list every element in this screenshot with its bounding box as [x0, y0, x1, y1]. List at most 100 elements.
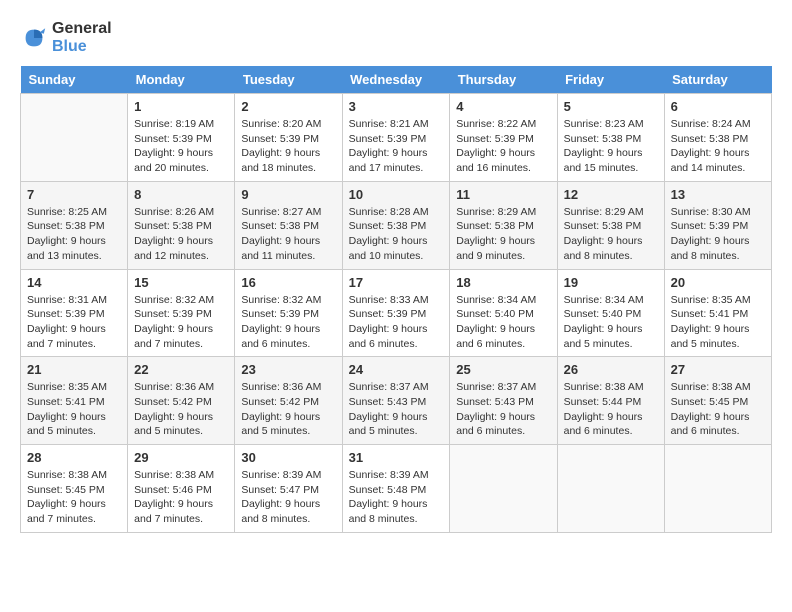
calendar-week-row: 7Sunrise: 8:25 AMSunset: 5:38 PMDaylight… — [21, 181, 772, 269]
day-info: Sunrise: 8:32 AMSunset: 5:39 PMDaylight:… — [241, 293, 335, 352]
day-info: Sunrise: 8:37 AMSunset: 5:43 PMDaylight:… — [456, 380, 550, 439]
day-number: 29 — [134, 450, 228, 465]
calendar-cell: 29 Sunrise: 8:38 AMSunset: 5:46 PMDayligh… — [128, 445, 235, 533]
day-info: Sunrise: 8:19 AMSunset: 5:39 PMDaylight:… — [134, 117, 228, 176]
calendar-cell: 19 Sunrise: 8:34 AMSunset: 5:40 PMDayligh… — [557, 269, 664, 357]
calendar-cell: 25 Sunrise: 8:37 AMSunset: 5:43 PMDayligh… — [450, 357, 557, 445]
calendar-cell: 20 Sunrise: 8:35 AMSunset: 5:41 PMDayligh… — [664, 269, 771, 357]
day-info: Sunrise: 8:29 AMSunset: 5:38 PMDaylight:… — [456, 205, 550, 264]
day-number: 30 — [241, 450, 335, 465]
day-number: 18 — [456, 275, 550, 290]
page-header: General Blue — [20, 20, 772, 56]
calendar-cell: 3Sunrise: 8:21 AMSunset: 5:39 PMDaylight… — [342, 94, 450, 182]
day-info: Sunrise: 8:34 AMSunset: 5:40 PMDaylight:… — [564, 293, 658, 352]
calendar-cell: 7Sunrise: 8:25 AMSunset: 5:38 PMDaylight… — [21, 181, 128, 269]
day-info: Sunrise: 8:20 AMSunset: 5:39 PMDaylight:… — [241, 117, 335, 176]
day-info: Sunrise: 8:39 AMSunset: 5:47 PMDaylight:… — [241, 468, 335, 527]
day-number: 5 — [564, 99, 658, 114]
calendar-week-row: 21 Sunrise: 8:35 AMSunset: 5:41 PMDayligh… — [21, 357, 772, 445]
day-number: 22 — [134, 362, 228, 377]
calendar-cell: 13Sunrise: 8:30 AMSunset: 5:39 PMDayligh… — [664, 181, 771, 269]
weekday-header-monday: Monday — [128, 66, 235, 94]
calendar-cell: 24Sunrise: 8:37 AMSunset: 5:43 PMDayligh… — [342, 357, 450, 445]
day-number: 3 — [349, 99, 444, 114]
calendar-week-row: 28 Sunrise: 8:38 AMSunset: 5:45 PMDayligh… — [21, 445, 772, 533]
calendar-cell: 8 Sunrise: 8:26 AMSunset: 5:38 PMDaylight… — [128, 181, 235, 269]
calendar-week-row: 14 Sunrise: 8:31 AMSunset: 5:39 PMDayligh… — [21, 269, 772, 357]
day-number: 25 — [456, 362, 550, 377]
day-number: 14 — [27, 275, 121, 290]
day-number: 16 — [241, 275, 335, 290]
day-info: Sunrise: 8:29 AMSunset: 5:38 PMDaylight:… — [564, 205, 658, 264]
weekday-header-thursday: Thursday — [450, 66, 557, 94]
day-number: 7 — [27, 187, 121, 202]
logo-text: General Blue — [52, 20, 112, 56]
day-number: 17 — [349, 275, 444, 290]
day-info: Sunrise: 8:38 AMSunset: 5:45 PMDaylight:… — [671, 380, 765, 439]
day-number: 21 — [27, 362, 121, 377]
day-info: Sunrise: 8:38 AMSunset: 5:44 PMDaylight:… — [564, 380, 658, 439]
day-info: Sunrise: 8:31 AMSunset: 5:39 PMDaylight:… — [27, 293, 121, 352]
day-info: Sunrise: 8:34 AMSunset: 5:40 PMDaylight:… — [456, 293, 550, 352]
calendar-cell: 5 Sunrise: 8:23 AMSunset: 5:38 PMDaylight… — [557, 94, 664, 182]
calendar-cell: 31Sunrise: 8:39 AMSunset: 5:48 PMDayligh… — [342, 445, 450, 533]
calendar-cell: 9Sunrise: 8:27 AMSunset: 5:38 PMDaylight… — [235, 181, 342, 269]
calendar-cell: 21 Sunrise: 8:35 AMSunset: 5:41 PMDayligh… — [21, 357, 128, 445]
calendar-cell — [664, 445, 771, 533]
day-number: 26 — [564, 362, 658, 377]
day-info: Sunrise: 8:35 AMSunset: 5:41 PMDaylight:… — [671, 293, 765, 352]
day-number: 23 — [241, 362, 335, 377]
calendar-cell: 22Sunrise: 8:36 AMSunset: 5:42 PMDayligh… — [128, 357, 235, 445]
calendar-cell: 1 Sunrise: 8:19 AMSunset: 5:39 PMDaylight… — [128, 94, 235, 182]
calendar-cell — [450, 445, 557, 533]
day-info: Sunrise: 8:35 AMSunset: 5:41 PMDaylight:… — [27, 380, 121, 439]
calendar-cell: 26 Sunrise: 8:38 AMSunset: 5:44 PMDayligh… — [557, 357, 664, 445]
day-info: Sunrise: 8:37 AMSunset: 5:43 PMDaylight:… — [349, 380, 444, 439]
day-number: 10 — [349, 187, 444, 202]
calendar-cell: 11 Sunrise: 8:29 AMSunset: 5:38 PMDayligh… — [450, 181, 557, 269]
day-number: 12 — [564, 187, 658, 202]
calendar-cell: 17Sunrise: 8:33 AMSunset: 5:39 PMDayligh… — [342, 269, 450, 357]
day-info: Sunrise: 8:28 AMSunset: 5:38 PMDaylight:… — [349, 205, 444, 264]
logo-icon — [20, 24, 48, 52]
calendar-cell: 10 Sunrise: 8:28 AMSunset: 5:38 PMDayligh… — [342, 181, 450, 269]
calendar-cell: 30 Sunrise: 8:39 AMSunset: 5:47 PMDayligh… — [235, 445, 342, 533]
day-number: 19 — [564, 275, 658, 290]
day-info: Sunrise: 8:36 AMSunset: 5:42 PMDaylight:… — [241, 380, 335, 439]
day-number: 27 — [671, 362, 765, 377]
calendar-cell: 27 Sunrise: 8:38 AMSunset: 5:45 PMDayligh… — [664, 357, 771, 445]
day-number: 9 — [241, 187, 335, 202]
calendar-body: 1 Sunrise: 8:19 AMSunset: 5:39 PMDaylight… — [21, 94, 772, 533]
calendar-cell: 16 Sunrise: 8:32 AMSunset: 5:39 PMDayligh… — [235, 269, 342, 357]
calendar-cell: 14 Sunrise: 8:31 AMSunset: 5:39 PMDayligh… — [21, 269, 128, 357]
day-number: 28 — [27, 450, 121, 465]
weekday-header-tuesday: Tuesday — [235, 66, 342, 94]
day-info: Sunrise: 8:38 AMSunset: 5:45 PMDaylight:… — [27, 468, 121, 527]
day-info: Sunrise: 8:32 AMSunset: 5:39 PMDaylight:… — [134, 293, 228, 352]
calendar-cell: 6Sunrise: 8:24 AMSunset: 5:38 PMDaylight… — [664, 94, 771, 182]
weekday-header-saturday: Saturday — [664, 66, 771, 94]
day-number: 4 — [456, 99, 550, 114]
calendar-cell — [21, 94, 128, 182]
calendar-week-row: 1 Sunrise: 8:19 AMSunset: 5:39 PMDaylight… — [21, 94, 772, 182]
calendar-cell: 4 Sunrise: 8:22 AMSunset: 5:39 PMDaylight… — [450, 94, 557, 182]
calendar-cell: 23 Sunrise: 8:36 AMSunset: 5:42 PMDayligh… — [235, 357, 342, 445]
day-number: 1 — [134, 99, 228, 114]
day-number: 11 — [456, 187, 550, 202]
day-info: Sunrise: 8:30 AMSunset: 5:39 PMDaylight:… — [671, 205, 765, 264]
day-info: Sunrise: 8:24 AMSunset: 5:38 PMDaylight:… — [671, 117, 765, 176]
day-number: 15 — [134, 275, 228, 290]
day-number: 20 — [671, 275, 765, 290]
day-info: Sunrise: 8:26 AMSunset: 5:38 PMDaylight:… — [134, 205, 228, 264]
day-info: Sunrise: 8:22 AMSunset: 5:39 PMDaylight:… — [456, 117, 550, 176]
calendar-cell: 12 Sunrise: 8:29 AMSunset: 5:38 PMDayligh… — [557, 181, 664, 269]
weekday-header-sunday: Sunday — [21, 66, 128, 94]
day-info: Sunrise: 8:38 AMSunset: 5:46 PMDaylight:… — [134, 468, 228, 527]
day-info: Sunrise: 8:23 AMSunset: 5:38 PMDaylight:… — [564, 117, 658, 176]
weekday-header-friday: Friday — [557, 66, 664, 94]
day-number: 8 — [134, 187, 228, 202]
calendar-cell: 15 Sunrise: 8:32 AMSunset: 5:39 PMDayligh… — [128, 269, 235, 357]
weekday-row: SundayMondayTuesdayWednesdayThursdayFrid… — [21, 66, 772, 94]
day-number: 31 — [349, 450, 444, 465]
day-number: 2 — [241, 99, 335, 114]
